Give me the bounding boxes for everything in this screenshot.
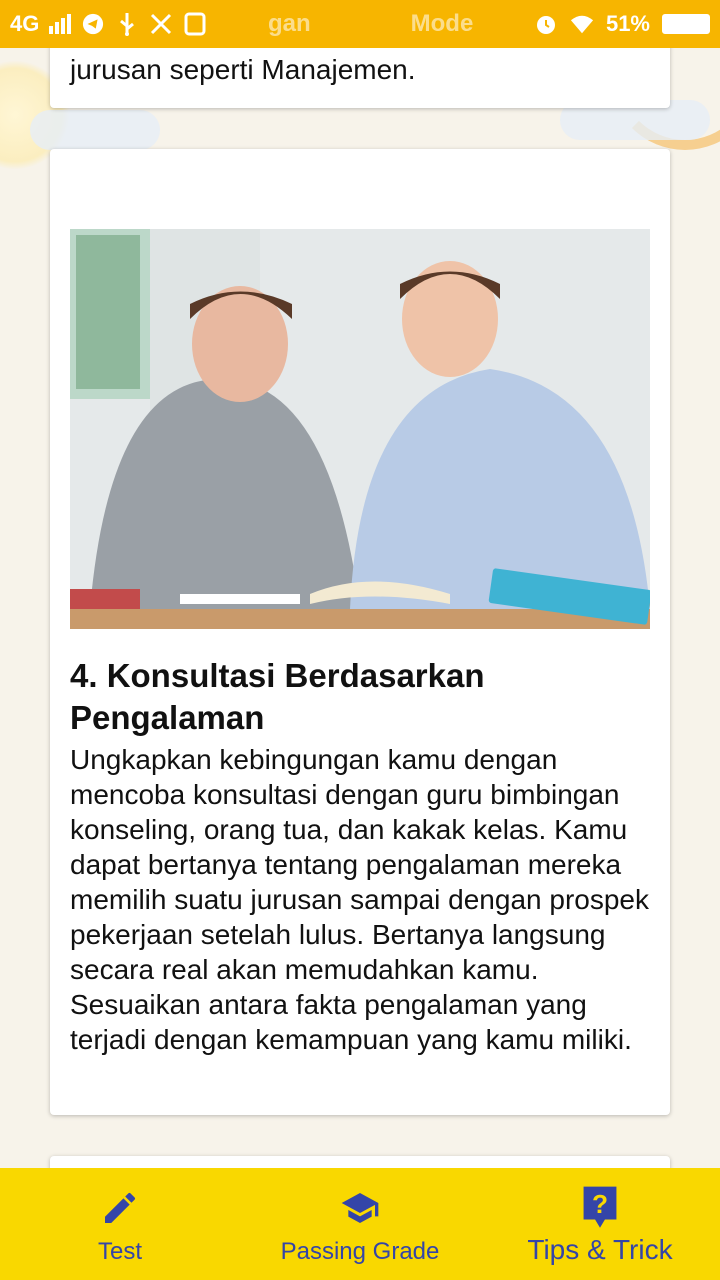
nav-test-label: Test [97, 1238, 142, 1265]
bottom-navigation: Test Passing Grade ? Tips & Trick [0, 1168, 720, 1280]
alarm-icon [534, 12, 558, 36]
signal-icon [49, 14, 72, 34]
network-type: 4G [10, 11, 40, 36]
tip-card: 4. Konsultasi Berdasarkan Pengalaman Ung… [50, 149, 670, 1115]
mode-text: Mode [410, 10, 474, 37]
status-bar: 4G gan Mode 51% [0, 0, 720, 48]
tip-photo [70, 229, 650, 629]
nav-passing-grade-label: Passing Grade [280, 1238, 440, 1265]
question-icon: ? [578, 1186, 622, 1230]
tools-icon [149, 12, 173, 36]
app-icon [183, 12, 207, 36]
graduation-cap-icon [338, 1186, 382, 1230]
battery-percent: 51% [605, 11, 650, 36]
svg-text:?: ? [592, 1189, 608, 1219]
carrier-text: gan [267, 10, 311, 37]
telegram-icon [81, 12, 105, 36]
wifi-icon [570, 12, 594, 36]
nav-test[interactable]: Test [0, 1168, 240, 1280]
battery-icon [662, 14, 710, 34]
nav-passing-grade[interactable]: Passing Grade [240, 1168, 480, 1280]
tip-title: 4. Konsultasi Berdasarkan Pengalaman [70, 657, 485, 736]
nav-tips-trick-label: Tips & Trick [527, 1234, 673, 1265]
usb-icon [115, 12, 139, 36]
pencil-icon [98, 1186, 142, 1230]
cloud-decoration [30, 110, 160, 150]
tip-body: Ungkapkan kebingungan kamu dengan mencob… [70, 744, 649, 1055]
nav-tips-trick[interactable]: ? Tips & Trick [480, 1168, 720, 1280]
previous-tip-text: jurusan seperti Manajemen. [70, 54, 416, 85]
